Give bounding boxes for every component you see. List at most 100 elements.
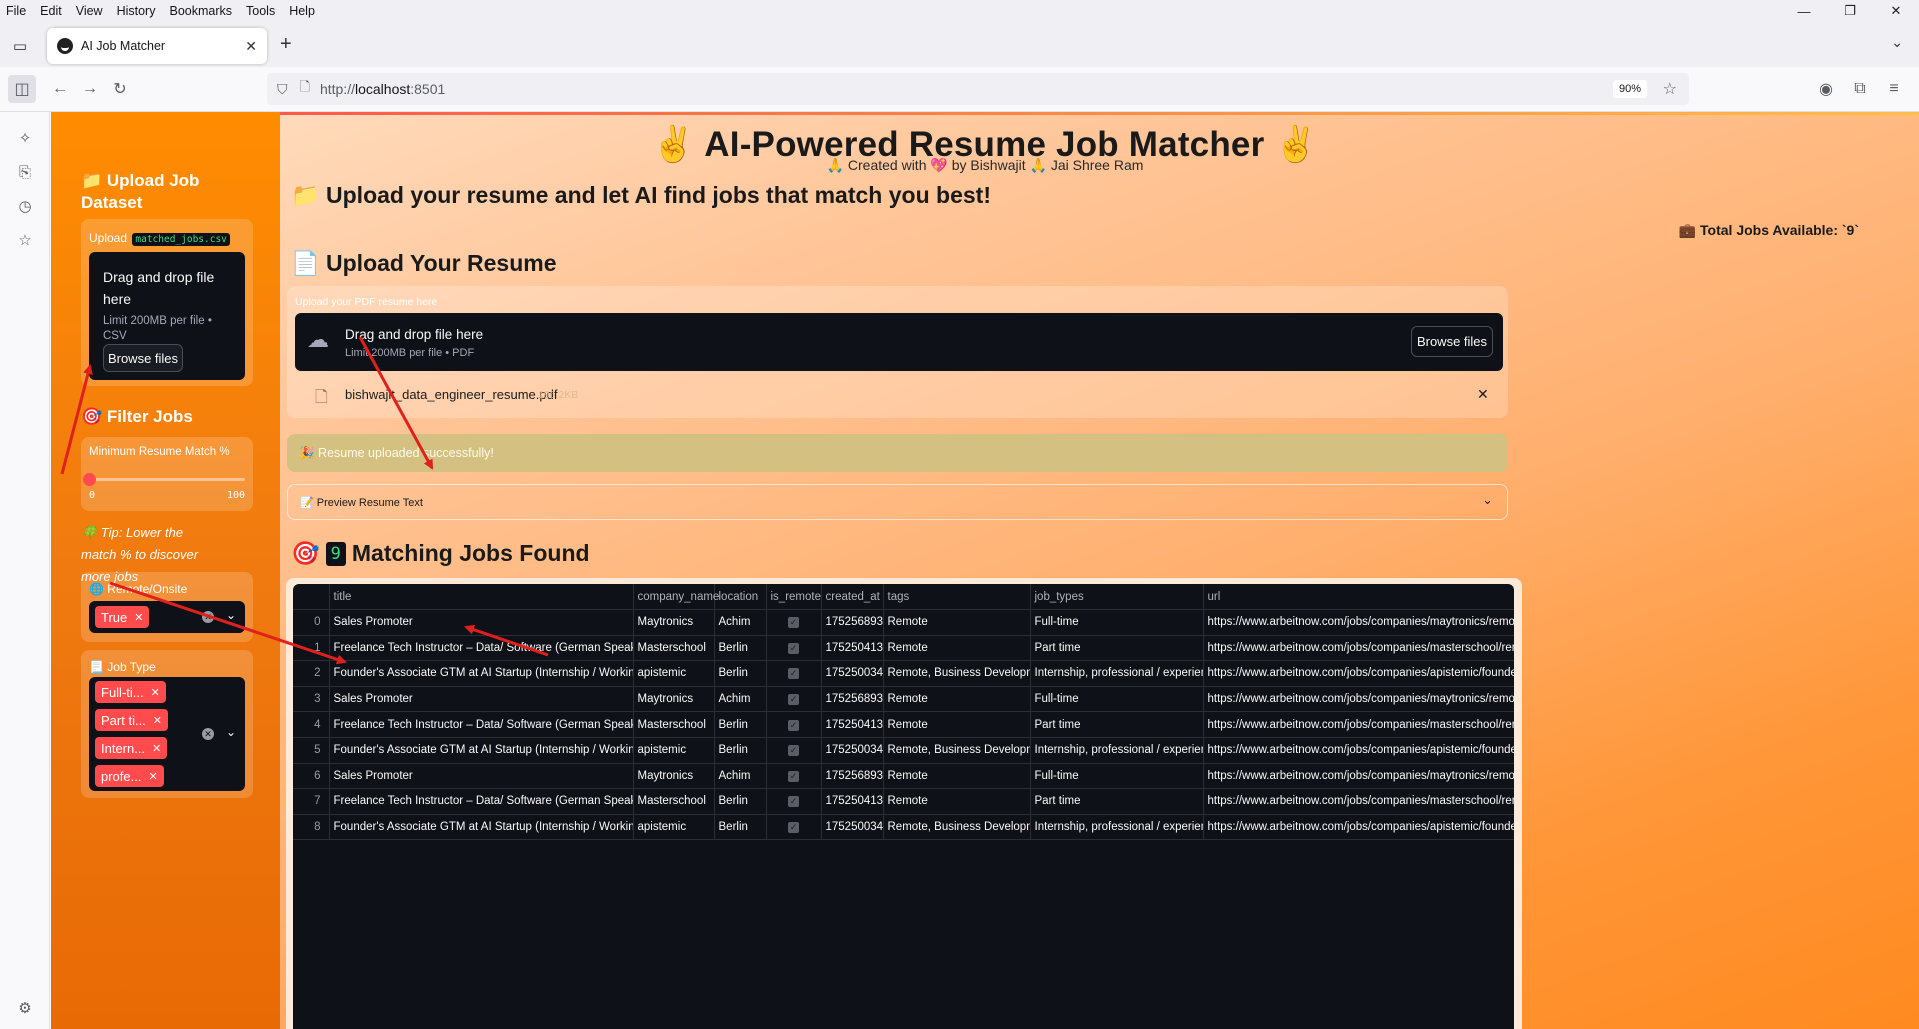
zoom-level[interactable]: 90%	[1612, 80, 1647, 98]
menu-help[interactable]: Help	[283, 4, 323, 18]
chip-remove-icon[interactable]: ✕	[151, 686, 160, 699]
row-index[interactable]: 0	[293, 609, 330, 636]
table-cell-created_at[interactable]: 1752500344	[821, 660, 884, 687]
table-cell-created_at[interactable]: 1752500344	[821, 737, 884, 764]
table-cell-location[interactable]: Achim	[714, 686, 767, 713]
table-row[interactable]: 0 Sales Promoter Maytronics Achim ✓ 175256893…	[293, 609, 1514, 636]
resume-dropzone[interactable]: ☁ Drag and drop file here Limit 200MB pe…	[295, 313, 1503, 371]
table-cell-url[interactable]: https://www.arbeitnow.com/jobs/companies…	[1203, 763, 1514, 790]
history-icon[interactable]: ◷	[13, 194, 37, 218]
table-cell-tags[interactable]: Remote	[883, 711, 1031, 738]
tab-overview-icon[interactable]: ▭	[8, 34, 32, 58]
synced-tabs-icon[interactable]: ⎘	[13, 160, 37, 184]
table-cell-title[interactable]: Sales Promoter	[329, 763, 634, 790]
table-row[interactable]: 6 Sales Promoter Maytronics Achim ✓ 175256893…	[293, 763, 1514, 790]
tracking-shield-icon[interactable]: ⛉	[277, 81, 288, 98]
menu-tools[interactable]: Tools	[240, 4, 283, 18]
table-cell-location[interactable]: Berlin	[714, 814, 767, 841]
clear-all-icon[interactable]: ✕	[202, 728, 214, 740]
tab-close-icon[interactable]: ✕	[245, 38, 257, 55]
row-index[interactable]: 4	[293, 711, 330, 738]
chip-remove-icon[interactable]: ✕	[152, 742, 161, 755]
table-cell-url[interactable]: https://www.arbeitnow.com/jobs/companies…	[1203, 737, 1514, 764]
table-cell-created_at[interactable]: 1752568930	[821, 686, 884, 713]
table-cell-company_name[interactable]: apistemic	[633, 660, 715, 687]
chip-remove-icon[interactable]: ✕	[153, 714, 162, 727]
table-cell-title[interactable]: Founder's Associate GTM at AI Startup (I…	[329, 737, 634, 764]
table-cell-created_at[interactable]: 1752504132	[821, 788, 884, 815]
table-cell-job_types[interactable]: Full-time	[1030, 763, 1204, 790]
table-cell-tags[interactable]: Remote	[883, 686, 1031, 713]
row-index[interactable]: 1	[293, 635, 330, 662]
is-remote-cell[interactable]: ✓	[766, 660, 822, 687]
table-cell-tags[interactable]: Remote	[883, 788, 1031, 815]
table-cell-title[interactable]: Sales Promoter	[329, 686, 634, 713]
is-remote-cell[interactable]: ✓	[766, 788, 822, 815]
app-menu-icon[interactable]: ≡	[1880, 75, 1908, 103]
row-index[interactable]: 6	[293, 763, 330, 790]
table-cell-location[interactable]: Achim	[714, 763, 767, 790]
column-header-tags[interactable]: tags	[883, 584, 1031, 610]
table-cell-tags[interactable]: Remote, Business Development	[883, 737, 1031, 764]
table-cell-job_types[interactable]: Part time	[1030, 635, 1204, 662]
new-tab-icon[interactable]: +	[280, 34, 292, 54]
table-row[interactable]: 7 Freelance Tech Instructor – Data/ Softw…	[293, 788, 1514, 815]
is-remote-cell[interactable]: ✓	[766, 635, 822, 662]
table-cell-company_name[interactable]: Maytronics	[633, 609, 715, 636]
table-cell-job_types[interactable]: Internship, professional / experienced	[1030, 660, 1204, 687]
menu-bookmarks[interactable]: Bookmarks	[163, 4, 240, 18]
is-remote-cell[interactable]: ✓	[766, 609, 822, 636]
sidebar-toggle-icon[interactable]: ◫	[8, 75, 36, 103]
column-header-created_at[interactable]: created_at	[821, 584, 884, 610]
close-window-icon[interactable]: ✕	[1873, 0, 1919, 22]
extensions-icon[interactable]: ⧉	[1846, 75, 1874, 103]
table-cell-tags[interactable]: Remote, Business Development	[883, 660, 1031, 687]
table-cell-title[interactable]: Freelance Tech Instructor – Data/ Softwa…	[329, 635, 634, 662]
bookmarks-icon[interactable]: ☆	[13, 228, 37, 252]
account-icon[interactable]: ◉	[1812, 75, 1840, 103]
resume-browse-button[interactable]: Browse files	[1411, 326, 1493, 357]
table-cell-created_at[interactable]: 1752500344	[821, 814, 884, 841]
table-cell-company_name[interactable]: Masterschool	[633, 635, 715, 662]
table-cell-created_at[interactable]: 1752504132	[821, 711, 884, 738]
table-cell-job_types[interactable]: Internship, professional / experienced	[1030, 814, 1204, 841]
settings-gear-icon[interactable]: ⚙	[13, 996, 37, 1020]
ai-chatbot-icon[interactable]: ✧	[13, 126, 37, 150]
table-cell-job_types[interactable]: Full-time	[1030, 686, 1204, 713]
slider-track[interactable]	[89, 478, 245, 481]
tab-list-chevron-icon[interactable]: ⌄	[1891, 34, 1903, 51]
table-cell-title[interactable]: Founder's Associate GTM at AI Startup (I…	[329, 814, 634, 841]
preview-resume-expander[interactable]: 📝 Preview Resume Text ⌄	[287, 484, 1508, 520]
table-cell-company_name[interactable]: Masterschool	[633, 788, 715, 815]
chip-remove-icon[interactable]: ✕	[148, 770, 157, 783]
table-cell-created_at[interactable]: 1752568930	[821, 763, 884, 790]
table-cell-url[interactable]: https://www.arbeitnow.com/jobs/companies…	[1203, 660, 1514, 687]
table-cell-location[interactable]: Berlin	[714, 660, 767, 687]
url-text[interactable]: http://localhost:8501	[320, 81, 445, 97]
row-index[interactable]: 7	[293, 788, 330, 815]
page-info-icon[interactable]: 🗋	[300, 78, 310, 100]
table-cell-job_types[interactable]: Part time	[1030, 788, 1204, 815]
table-cell-tags[interactable]: Remote	[883, 609, 1031, 636]
jobtype-chip[interactable]: profe... ✕	[95, 765, 164, 787]
row-index[interactable]: 2	[293, 660, 330, 687]
table-cell-location[interactable]: Achim	[714, 609, 767, 636]
table-row[interactable]: 2 Founder's Associate GTM at AI Startup (…	[293, 660, 1514, 687]
table-cell-location[interactable]: Berlin	[714, 635, 767, 662]
chevron-down-icon[interactable]: ⌄	[226, 725, 236, 739]
remote-multiselect[interactable]: True ✕ ✕ ⌄	[89, 601, 245, 633]
is-remote-cell[interactable]: ✓	[766, 711, 822, 738]
table-cell-tags[interactable]: Remote	[883, 763, 1031, 790]
is-remote-cell[interactable]: ✓	[766, 814, 822, 841]
table-cell-location[interactable]: Berlin	[714, 711, 767, 738]
bookmark-star-icon[interactable]: ☆	[1663, 79, 1677, 99]
table-cell-company_name[interactable]: apistemic	[633, 737, 715, 764]
table-row[interactable]: 4 Freelance Tech Instructor – Data/ Softw…	[293, 711, 1514, 738]
remove-file-icon[interactable]: ✕	[1477, 386, 1489, 403]
menu-view[interactable]: View	[70, 4, 111, 18]
table-cell-url[interactable]: https://www.arbeitnow.com/jobs/companies…	[1203, 788, 1514, 815]
chip-remove-icon[interactable]: ✕	[134, 611, 143, 624]
dataset-dropzone[interactable]: Drag and drop file here Limit 200MB per …	[89, 252, 245, 380]
browse-files-button[interactable]: Browse files	[103, 344, 183, 372]
table-cell-company_name[interactable]: Masterschool	[633, 711, 715, 738]
